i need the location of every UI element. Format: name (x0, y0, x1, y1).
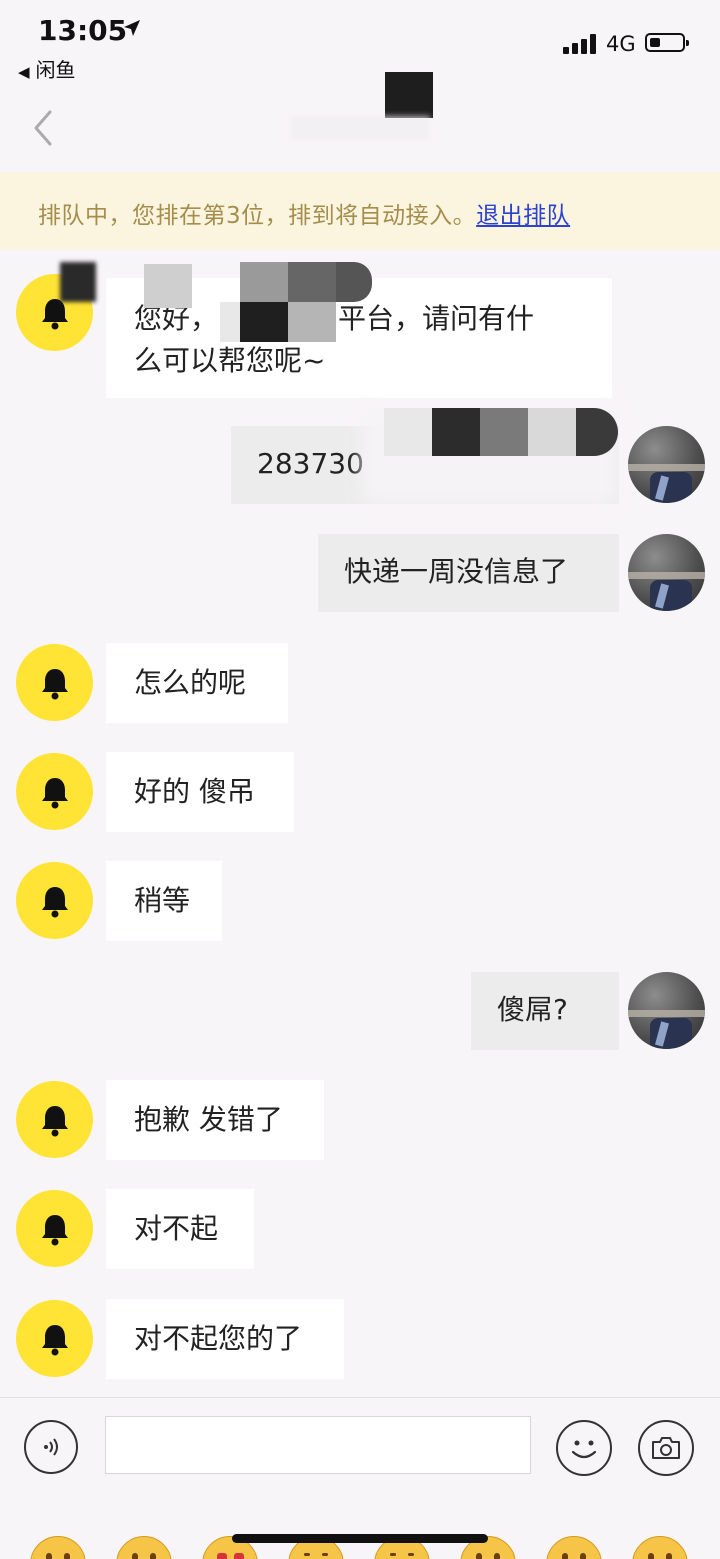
message-bubble: 稍等 (106, 861, 222, 941)
bot-avatar (16, 753, 93, 830)
message-bubble: 对不起您的了 (106, 1299, 344, 1379)
bell-icon (41, 668, 68, 699)
chevron-left-icon[interactable] (28, 106, 58, 150)
network-type: 4G (606, 32, 636, 56)
message-bubble: 对不起 (106, 1189, 254, 1269)
bot-avatar (16, 1190, 93, 1267)
emoji-grimace-icon[interactable] (546, 1536, 602, 1559)
battery-icon (645, 33, 689, 52)
redaction-mosaic (362, 408, 618, 504)
exit-queue-link[interactable]: 退出排队 (476, 203, 570, 229)
user-avatar (628, 972, 705, 1049)
queue-status: 排队中，您排在第3位，排到将自动接入。退出排队 (38, 196, 570, 230)
bot-avatar (16, 1081, 93, 1158)
message-text: 快递一周没信息了 (344, 555, 569, 588)
bell-icon (41, 886, 68, 917)
message-text: 283730 (257, 447, 364, 480)
message-text: 好的 傻吊 (134, 775, 255, 808)
location-arrow-icon (124, 20, 140, 36)
queue-status-text: 排队中，您排在第3位，排到将自动接入。 (38, 203, 477, 229)
bell-icon (41, 777, 68, 808)
message-text: 怎么的呢 (134, 666, 247, 699)
home-indicator (232, 1534, 488, 1543)
smiley-icon (571, 1440, 597, 1459)
message-bubble: 傻屌? (471, 972, 619, 1050)
voice-icon (44, 1438, 58, 1456)
nav-bar (0, 72, 720, 170)
message-bubble: 怎么的呢 (106, 643, 288, 723)
back-to-app-link[interactable]: ◀ 闲鱼 (18, 54, 76, 83)
emoji-face-icon[interactable] (30, 1536, 86, 1559)
voice-button[interactable] (24, 1420, 78, 1474)
camera-button[interactable] (638, 1420, 694, 1476)
bell-icon (41, 1105, 68, 1136)
cellular-signal-icon (563, 34, 596, 54)
camera-icon (652, 1437, 680, 1459)
user-avatar (628, 534, 705, 611)
bot-avatar (16, 862, 93, 939)
redacted-title (385, 72, 433, 118)
user-avatar (628, 426, 705, 503)
bell-icon (41, 1324, 68, 1355)
back-app-label: 闲鱼 (35, 58, 76, 82)
status-bar: 13:05 ◀ 闲鱼 4G (0, 0, 720, 90)
bot-avatar (16, 644, 93, 721)
input-bar (0, 1397, 720, 1498)
message-bubble: 快递一周没信息了 (318, 534, 619, 612)
message-text: 么可以帮您呢~ (134, 344, 326, 377)
message-input[interactable] (105, 1416, 531, 1474)
bot-avatar (16, 1300, 93, 1377)
message-text: 抱歉 发错了 (134, 1103, 283, 1136)
emoji-panel (0, 1498, 720, 1559)
emoji-sweat-icon[interactable] (632, 1536, 688, 1559)
status-time: 13:05 (38, 14, 128, 47)
message-bubble: 好的 傻吊 (106, 752, 294, 832)
message-text: 对不起 (134, 1212, 219, 1245)
queue-banner: 排队中，您排在第3位，排到将自动接入。退出排队 (0, 172, 720, 250)
message-bubble: 抱歉 发错了 (106, 1080, 324, 1160)
redaction-mosaic (60, 262, 376, 342)
message-text: 傻屌? (497, 993, 568, 1026)
message-text: 对不起您的了 (134, 1322, 303, 1355)
emoji-face-icon[interactable] (116, 1536, 172, 1559)
bell-icon (41, 1214, 68, 1245)
redacted-title-blur (290, 116, 430, 140)
message-text: 稍等 (134, 884, 191, 917)
emoji-button[interactable] (556, 1420, 612, 1476)
back-triangle-icon: ◀ (18, 63, 30, 81)
